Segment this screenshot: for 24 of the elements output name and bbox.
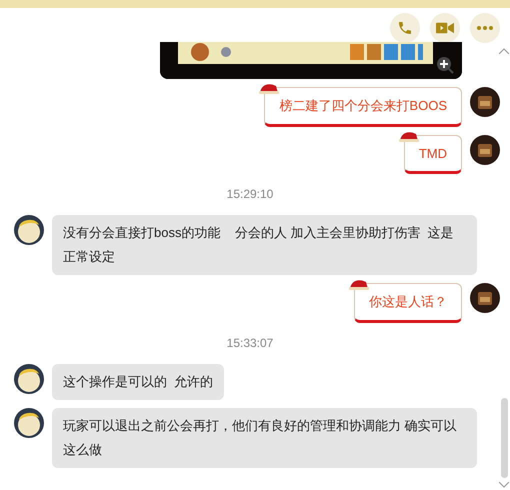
call-button[interactable] (390, 13, 420, 43)
avatar[interactable] (14, 408, 44, 438)
avatar[interactable] (14, 364, 44, 394)
message-bubble: 玩家可以退出之前公会再打，他们有良好的管理和协调能力 确实可以这么做 (52, 408, 477, 468)
message-bubble: 这个操作是可以的 允许的 (52, 364, 224, 400)
zoom-in-icon[interactable] (436, 56, 454, 74)
video-camera-icon (436, 21, 454, 35)
hat-icon (349, 278, 369, 290)
more-icon (477, 26, 493, 30)
scroll-down-icon[interactable] (499, 482, 509, 488)
timestamp: 15:29:10 (226, 186, 274, 203)
hat-icon (398, 130, 419, 142)
more-button[interactable] (470, 13, 500, 43)
video-call-button[interactable] (430, 13, 460, 43)
avatar[interactable] (470, 283, 500, 313)
timestamp: 15:33:07 (226, 334, 274, 352)
avatar[interactable] (470, 134, 500, 164)
avatar[interactable] (470, 87, 500, 117)
scrollbar-thumb[interactable] (501, 398, 508, 478)
avatar[interactable] (14, 215, 44, 245)
phone-icon (397, 20, 413, 36)
scroll-up-icon[interactable] (499, 48, 509, 54)
hat-icon (259, 82, 280, 94)
message-bubble: 没有分会直接打boss的功能 分会的人 加入主会里协助打伤害 这是正常设定 (52, 215, 477, 275)
